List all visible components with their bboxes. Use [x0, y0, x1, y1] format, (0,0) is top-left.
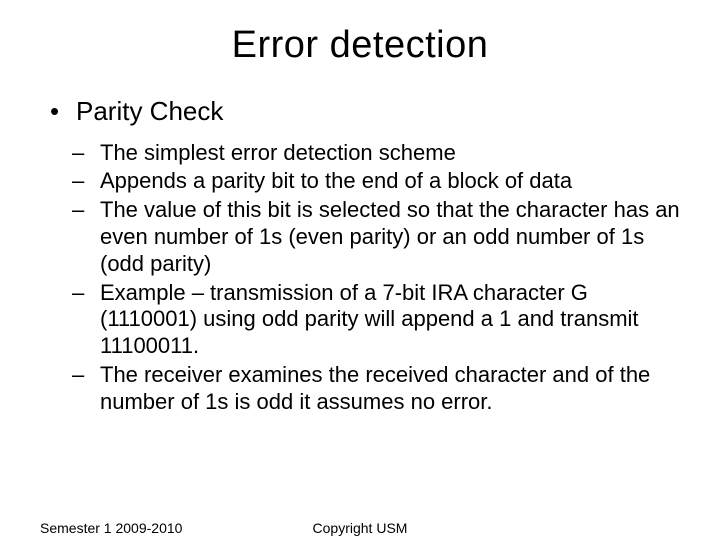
slide: Error detection Parity Check The simples…: [0, 24, 720, 540]
bullet-l1-parity-check: Parity Check: [50, 95, 680, 128]
slide-body: Parity Check The simplest error detectio…: [0, 95, 720, 416]
bullet-l2-item: The receiver examines the received chara…: [72, 362, 680, 416]
slide-footer: Semester 1 2009-2010 Copyright USM: [0, 520, 720, 536]
slide-title: Error detection: [0, 24, 720, 67]
bullet-list-level1: Parity Check: [40, 95, 680, 128]
bullet-l2-item: The value of this bit is selected so tha…: [72, 197, 680, 277]
bullet-l2-item: The simplest error detection scheme: [72, 140, 680, 167]
bullet-l2-item: Appends a parity bit to the end of a blo…: [72, 168, 680, 195]
footer-left-text: Semester 1 2009-2010: [40, 520, 182, 536]
bullet-l2-item: Example – transmission of a 7-bit IRA ch…: [72, 280, 680, 360]
bullet-list-level2: The simplest error detection scheme Appe…: [40, 140, 680, 416]
